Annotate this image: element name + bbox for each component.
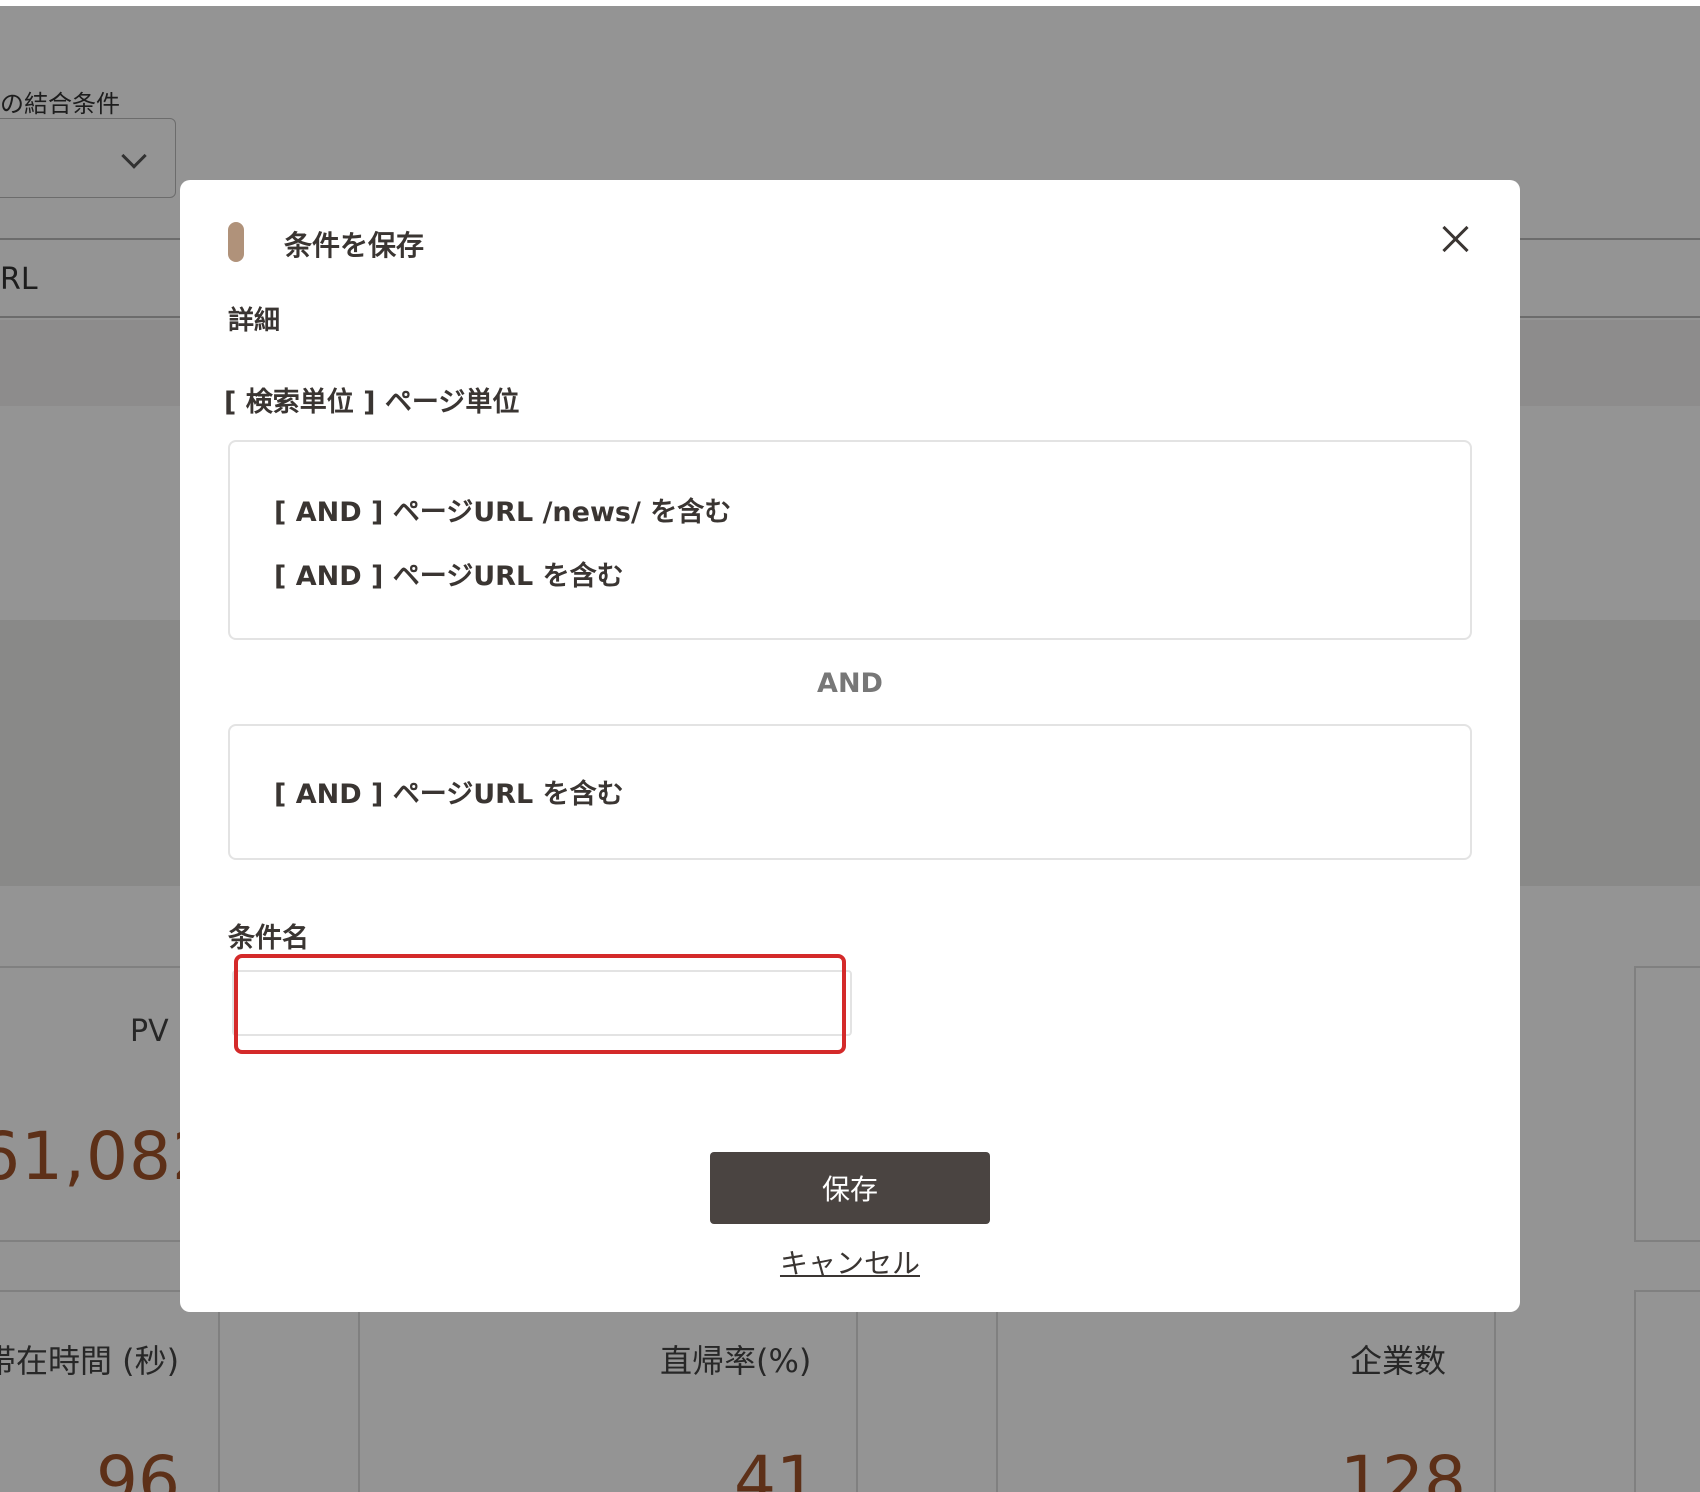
save-condition-dialog: 条件を保存 詳細 [ 検索単位 ] ページ単位 [ AND ] ページURL /… xyxy=(180,180,1520,1312)
search-unit-text: [ 検索単位 ] ページ単位 xyxy=(224,387,520,418)
cancel-link[interactable]: キャンセル xyxy=(180,1242,1520,1282)
details-heading: 詳細 xyxy=(228,306,281,336)
condition-name-label: 条件名 xyxy=(228,923,309,954)
dialog-title: 条件を保存 xyxy=(284,229,425,262)
condition-line: [ AND ] ページURL を含む xyxy=(274,779,624,810)
condition-name-input[interactable] xyxy=(232,970,852,1036)
close-icon[interactable] xyxy=(1436,220,1476,260)
condition-line: [ AND ] ページURL を含む xyxy=(274,561,624,592)
condition-group: [ AND ] ページURL /news/ を含む [ AND ] ページURL… xyxy=(228,440,1472,640)
group-joiner: AND xyxy=(817,668,883,699)
condition-line: [ AND ] ページURL /news/ を含む xyxy=(274,497,732,528)
condition-group: [ AND ] ページURL を含む xyxy=(228,724,1472,860)
save-button[interactable]: 保存 xyxy=(710,1152,990,1224)
title-accent-bar xyxy=(228,222,244,262)
